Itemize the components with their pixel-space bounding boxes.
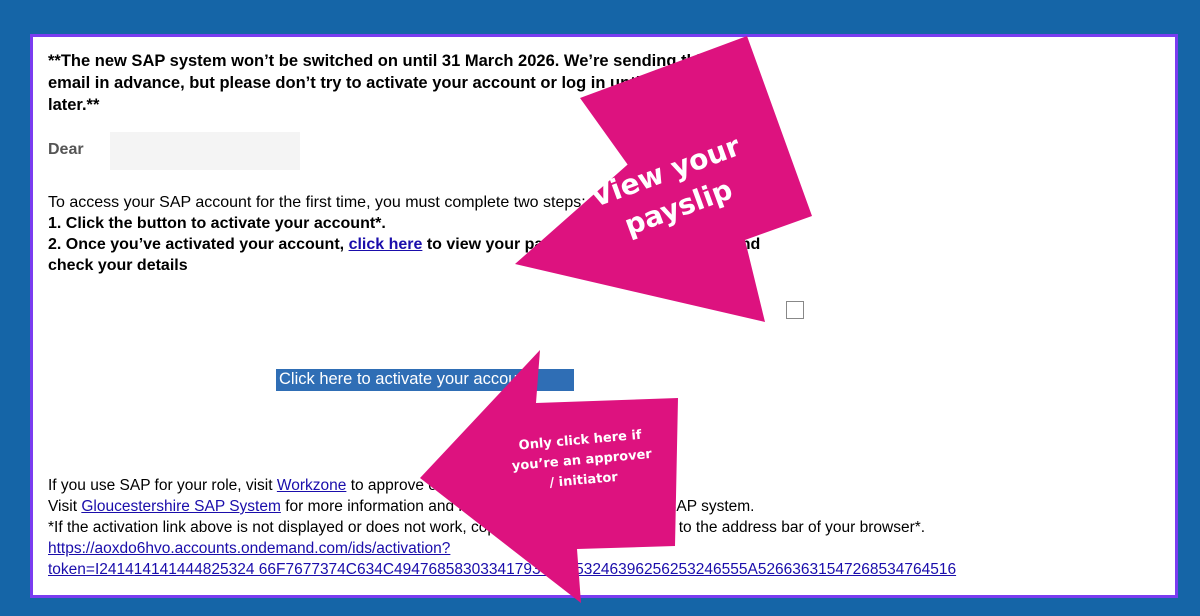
workzone-rest: to approve or initiate actions.	[350, 477, 549, 494]
gloucestershire-sap-link[interactable]: Gloucestershire SAP System	[81, 498, 281, 515]
step-1: 1. Click the button to activate your acc…	[48, 215, 386, 232]
email-frame: **The new SAP system won’t be switched o…	[30, 34, 1178, 598]
workzone-text: If you use SAP for your role, visit	[48, 477, 273, 494]
activation-url-line2[interactable]: token=I241414141444825324 66F7677374C634…	[48, 559, 1175, 580]
step-2: 2. Once you’ve activated your account, c…	[48, 234, 778, 276]
activate-account-button[interactable]: Click here to activate your account	[276, 369, 574, 391]
image-placeholder-checkbox[interactable]	[786, 301, 804, 319]
greeting: Dear	[48, 141, 84, 158]
fallback-text: *If the activation link above is not dis…	[48, 519, 926, 536]
visit-rest: for more information and help with loggi…	[285, 498, 755, 515]
redacted-name	[110, 132, 300, 170]
activation-url-line1[interactable]: https://aoxdo6hvo.accounts.ondemand.com/…	[48, 538, 1175, 559]
visit-line: Visit Gloucestershire SAP System for mor…	[48, 496, 1175, 517]
click-here-link[interactable]: click here	[349, 236, 423, 253]
step-2-text: 2. Once you’ve activated your account,	[48, 236, 345, 253]
workzone-line: If you use SAP for your role, visit Work…	[48, 475, 1175, 496]
visit-text: Visit	[48, 498, 78, 515]
workzone-link[interactable]: Workzone	[277, 477, 347, 494]
intro-text: To access your SAP account for the first…	[48, 194, 586, 211]
warning-notice: **The new SAP system won’t be switched o…	[48, 52, 743, 114]
instructions: To access your SAP account for the first…	[48, 192, 778, 276]
footer-info: If you use SAP for your role, visit Work…	[48, 475, 1175, 580]
